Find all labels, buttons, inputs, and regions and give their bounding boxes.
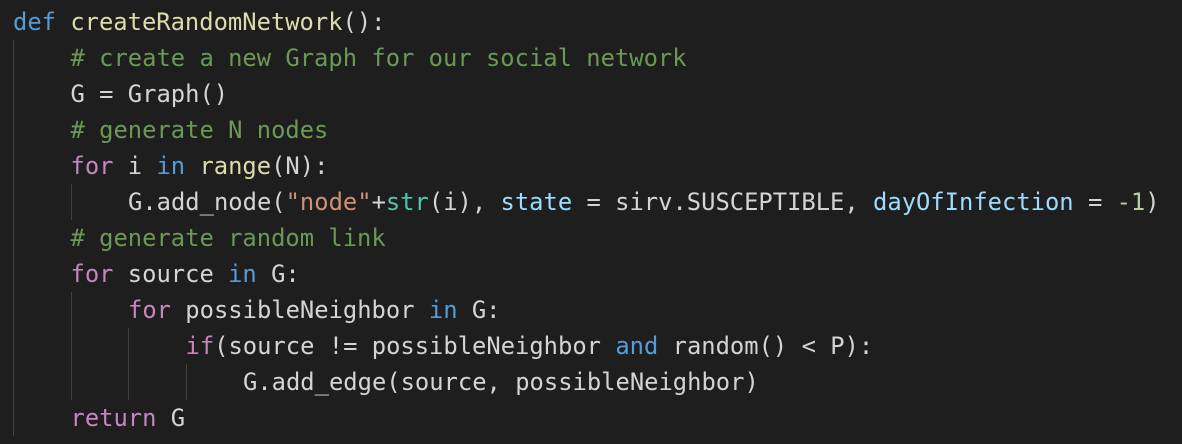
code-token: str (385, 188, 429, 216)
code-token: # generate N nodes (70, 116, 329, 144)
code-line[interactable]: G = Graph() (0, 76, 1160, 112)
code-token: (N): (271, 152, 329, 180)
code-token: "node" (285, 188, 372, 216)
code-token: range (199, 152, 272, 180)
code-token: (source != possibleNeighbor (214, 332, 616, 360)
code-block[interactable]: def createRandomNetwork(): # create a new… (0, 4, 1160, 436)
code-token: # generate random link (70, 224, 386, 252)
code-token: in (228, 260, 257, 288)
code-token: state (500, 188, 573, 216)
code-token: = (1073, 188, 1117, 216)
code-token: = sirv.SUSCEPTIBLE, (572, 188, 874, 216)
code-token: dayOfInfection (873, 188, 1074, 216)
code-token: G = Graph() (70, 80, 229, 108)
code-line[interactable]: # generate random link (0, 220, 1160, 256)
code-token: random() < P): (658, 332, 874, 360)
code-token: -1 (1116, 188, 1146, 216)
code-line[interactable]: for source in G: (0, 256, 1160, 292)
code-token: in (428, 296, 458, 324)
code-token: # create a new Graph for our social netw… (70, 44, 687, 72)
code-token: (i), (428, 188, 501, 216)
code-token: and (615, 332, 659, 360)
indent-guide (70, 292, 72, 400)
code-token: return (70, 404, 157, 432)
code-token: ) (1145, 188, 1160, 216)
code-line[interactable]: # generate N nodes (0, 112, 1160, 148)
code-token: i (113, 152, 157, 180)
code-token: G.add_node( (128, 188, 286, 216)
code-line[interactable]: if(source != possibleNeighbor and random… (0, 328, 1160, 364)
code-token: def (13, 8, 56, 36)
code-line[interactable]: # create a new Graph for our social netw… (0, 40, 1160, 76)
code-token: in (156, 152, 186, 180)
code-token: possibleNeighbor (170, 296, 429, 324)
code-line[interactable]: G.add_edge(source, possibleNeighbor) (0, 364, 1160, 400)
code-line[interactable]: return G (0, 400, 1160, 436)
code-token: for (70, 260, 114, 288)
code-token: for (128, 296, 171, 324)
code-token: (): (342, 8, 386, 36)
code-token: G: (256, 260, 300, 288)
code-token: G (156, 404, 186, 432)
code-line[interactable]: for i in range(N): (0, 148, 1160, 184)
code-line[interactable]: def createRandomNetwork(): (0, 4, 1160, 40)
indent-guide (128, 328, 129, 400)
code-editor[interactable]: def createRandomNetwork(): # create a new… (0, 0, 1182, 444)
code-token: for (70, 152, 114, 180)
indent-guide (13, 40, 14, 436)
indent-guide (70, 184, 72, 220)
code-token: G: (457, 296, 501, 324)
code-token: if (185, 332, 215, 360)
code-line[interactable]: G.add_node("node"+str(i), state = sirv.S… (0, 184, 1160, 220)
code-line[interactable]: for possibleNeighbor in G: (0, 292, 1160, 328)
indent-guide (185, 364, 187, 400)
code-token: createRandomNetwork (70, 8, 343, 36)
code-token: source (113, 260, 229, 288)
code-token: + (371, 188, 386, 216)
code-token: G.add_edge(source, possibleNeighbor) (243, 368, 759, 396)
